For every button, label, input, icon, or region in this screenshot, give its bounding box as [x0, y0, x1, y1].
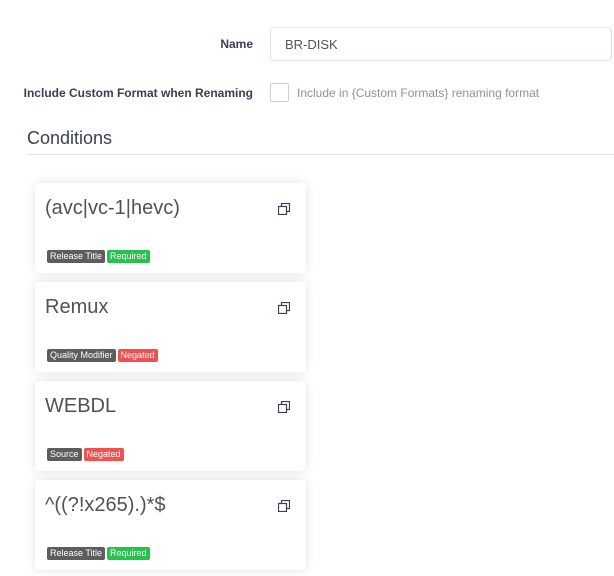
clone-icon[interactable]: [278, 203, 292, 217]
condition-tags: Quality Modifier Negated: [47, 349, 158, 362]
condition-card-4[interactable]: ^((?!x265).)*$ Release Title Required: [35, 480, 306, 570]
clone-icon[interactable]: [278, 500, 292, 514]
condition-tags: Release Title Required: [47, 547, 150, 560]
include-renaming-help: Include in {Custom Formats} renaming for…: [297, 86, 540, 100]
condition-status-tag: Required: [107, 250, 150, 263]
condition-type-tag: Source: [47, 448, 82, 461]
name-input[interactable]: [270, 27, 612, 61]
condition-type-tag: Release Title: [47, 547, 106, 560]
name-label: Name: [220, 37, 253, 51]
condition-tags: Source Negated: [47, 448, 124, 461]
clone-icon[interactable]: [278, 401, 292, 415]
condition-type-tag: Release Title: [47, 250, 106, 263]
condition-title: Remux: [45, 296, 109, 318]
include-renaming-row: Include Custom Format when Renaming Incl…: [0, 82, 614, 104]
include-renaming-label: Include Custom Format when Renaming: [23, 86, 253, 100]
condition-tags: Release Title Required: [47, 250, 150, 263]
condition-status-tag: Negated: [83, 448, 124, 461]
condition-status-tag: Negated: [117, 349, 158, 362]
condition-card-2[interactable]: Remux Quality Modifier Negated: [35, 282, 306, 372]
condition-title: ^((?!x265).)*$: [45, 494, 166, 516]
condition-card-1[interactable]: (avc|vc-1|hevc) Release Title Required: [35, 183, 306, 273]
condition-title: (avc|vc-1|hevc): [45, 197, 180, 219]
condition-card-3[interactable]: WEBDL Source Negated: [35, 381, 306, 471]
section-divider: [27, 154, 614, 155]
condition-title: WEBDL: [45, 395, 117, 417]
condition-type-tag: Quality Modifier: [47, 349, 116, 362]
include-renaming-checkbox[interactable]: [270, 83, 289, 102]
clone-icon[interactable]: [278, 302, 292, 316]
name-row: Name: [0, 27, 614, 61]
condition-status-tag: Required: [107, 547, 150, 560]
conditions-title: Conditions: [27, 128, 113, 148]
